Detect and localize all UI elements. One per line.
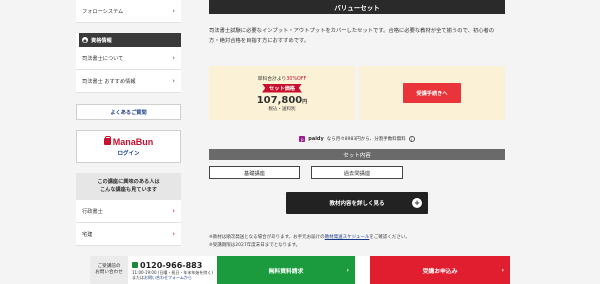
- discount-rate: 30%OFF: [286, 76, 307, 82]
- related-item-label: 行政書士: [82, 208, 103, 215]
- plus-icon: +: [412, 198, 422, 208]
- sidebar-item-about[interactable]: 司法書士について ›: [76, 47, 181, 70]
- price-info: 単科合計より30%OFF セット価格 107,800円 税込・送料別: [209, 66, 355, 120]
- contact-label: ご受講前の お問い合わせ: [90, 256, 128, 284]
- price-box: 単科合計より30%OFF セット価格 107,800円 税込・送料別 受講手続き…: [209, 66, 505, 120]
- price-unit: 円: [302, 98, 308, 105]
- enroll-button[interactable]: 受講お申込み ›: [370, 256, 510, 284]
- enroll-label: 受講お申込み: [422, 268, 458, 275]
- manabun-logo: ManaBun: [112, 136, 154, 147]
- value-set-title: バリューセット: [209, 0, 505, 14]
- faq-button[interactable]: よくあるご質問: [76, 104, 181, 120]
- contact-label-line1: ご受講前の: [97, 264, 121, 269]
- paidy-icon: p: [299, 136, 306, 142]
- free-brochure-button[interactable]: 無料資料請求 ›: [217, 256, 355, 284]
- contact-form-link[interactable]: お問い合わせフォームから: [144, 275, 192, 280]
- apply-procedure-button[interactable]: 受講手続きへ: [403, 83, 461, 103]
- tax-note: 税込・送料別: [268, 106, 296, 112]
- course-past-exam-button[interactable]: 過去問講座: [311, 166, 403, 179]
- phone-icon: [132, 262, 138, 268]
- free-brochure-label: 無料資料請求: [268, 268, 304, 275]
- section-heading-label: 資格情報: [91, 37, 112, 44]
- info-icon[interactable]: i: [408, 136, 415, 142]
- related-heading-line2: こんな講座も見ています: [99, 187, 158, 193]
- related-heading-line1: この講座に興味のある人は: [97, 179, 160, 185]
- paidy-name: paidy: [308, 136, 324, 142]
- chevron-right-icon: ›: [172, 207, 175, 215]
- phone-number[interactable]: 0120-966-883: [132, 261, 216, 270]
- sidebar-item-label: 司法書士について: [82, 55, 124, 62]
- login-label: ログイン: [117, 150, 140, 157]
- chevron-right-icon: ›: [172, 7, 175, 15]
- chevron-right-icon: ›: [172, 54, 175, 62]
- footnote-text: をご確認ください。: [369, 235, 410, 240]
- footnote-deadline: ※受講期限は2027年度末日までとなります。: [209, 243, 301, 248]
- set-price-badge: セット価格: [262, 83, 302, 93]
- footnote-text: ※教材は順次発送となる場合があります。お手元お届けの: [209, 235, 325, 240]
- main-content: バリューセット 司法書士試験に必要なインプット・アウトプットをカバーしたセットで…: [209, 0, 505, 248]
- paidy-text: なら月々8983円から、分割手数料無料: [326, 137, 406, 142]
- contact-label-line2: お問い合わせ: [95, 270, 123, 275]
- material-details-button[interactable]: 教材内容を詳しく見る +: [286, 192, 428, 214]
- contact-form-prefix: または: [132, 274, 144, 280]
- sidebar-item-follow-system[interactable]: フォローシステム ›: [76, 0, 181, 23]
- phone-contact: 0120-966-883 11:00-19:00 (日曜・祝日・年末年始を除く)…: [128, 256, 216, 284]
- value-set-description: 司法書士試験に必要なインプット・アウトプットをカバーしたセットです。合格に必要な…: [209, 28, 495, 44]
- price-amount: 107,800: [256, 94, 303, 106]
- related-item-gyosei[interactable]: 行政書士 ›: [76, 200, 181, 223]
- material-details-label: 教材内容を詳しく見る: [329, 201, 385, 207]
- shield-icon: ●: [82, 37, 88, 43]
- discount-prefix: 単科合計より: [257, 76, 287, 82]
- course-basic-button[interactable]: 基礎講座: [209, 166, 300, 179]
- related-item-takken[interactable]: 宅建 ›: [76, 223, 181, 246]
- set-content-heading: セット内容: [209, 149, 505, 160]
- manabun-login-button[interactable]: ManaBun ログイン: [76, 130, 181, 163]
- shipping-schedule-link[interactable]: 教材発送スケジュール: [325, 235, 370, 240]
- sidebar-section-heading: ● 資格情報: [76, 33, 181, 47]
- bottom-action-bar: ご受講前の お問い合わせ 0120-966-883 11:00-19:00 (日曜…: [90, 256, 510, 284]
- phone-number-text: 0120-966-883: [140, 260, 203, 270]
- chevron-right-icon: ›: [501, 266, 504, 274]
- sidebar-item-label: 司法書士 おすすめ情報: [82, 78, 136, 85]
- lock-bag-icon: [103, 136, 112, 145]
- sidebar-item-recommended[interactable]: 司法書士 おすすめ情報 ›: [76, 70, 181, 93]
- apply-area: 受講手続きへ: [359, 66, 505, 120]
- footnote-shipping: ※教材は順次発送となる場合があります。お手元お届けの教材発送スケジュールをご確認…: [209, 234, 410, 242]
- contact-form-note: またはお問い合わせフォームから: [132, 275, 216, 280]
- discount-note: 単科合計より30%OFF: [258, 75, 307, 82]
- footnotes: ※教材は順次発送となる場合があります。お手元お届けの教材発送スケジュールをご確認…: [209, 234, 410, 250]
- paidy-note: p paidy なら月々8983円から、分割手数料無料 i: [209, 136, 505, 142]
- related-courses-heading: この講座に興味のある人は こんな講座も見ています: [76, 173, 181, 200]
- chevron-right-icon: ›: [172, 230, 175, 238]
- sidebar-item-label: フォローシステム: [82, 8, 124, 15]
- chevron-right-icon: ›: [346, 266, 349, 274]
- price-value: 107,800円: [257, 95, 308, 106]
- sidebar: フォローシステム › ● 資格情報 司法書士について › 司法書士 おすすめ情報…: [76, 0, 181, 246]
- related-item-label: 宅建: [82, 231, 93, 238]
- chevron-right-icon: ›: [172, 77, 175, 85]
